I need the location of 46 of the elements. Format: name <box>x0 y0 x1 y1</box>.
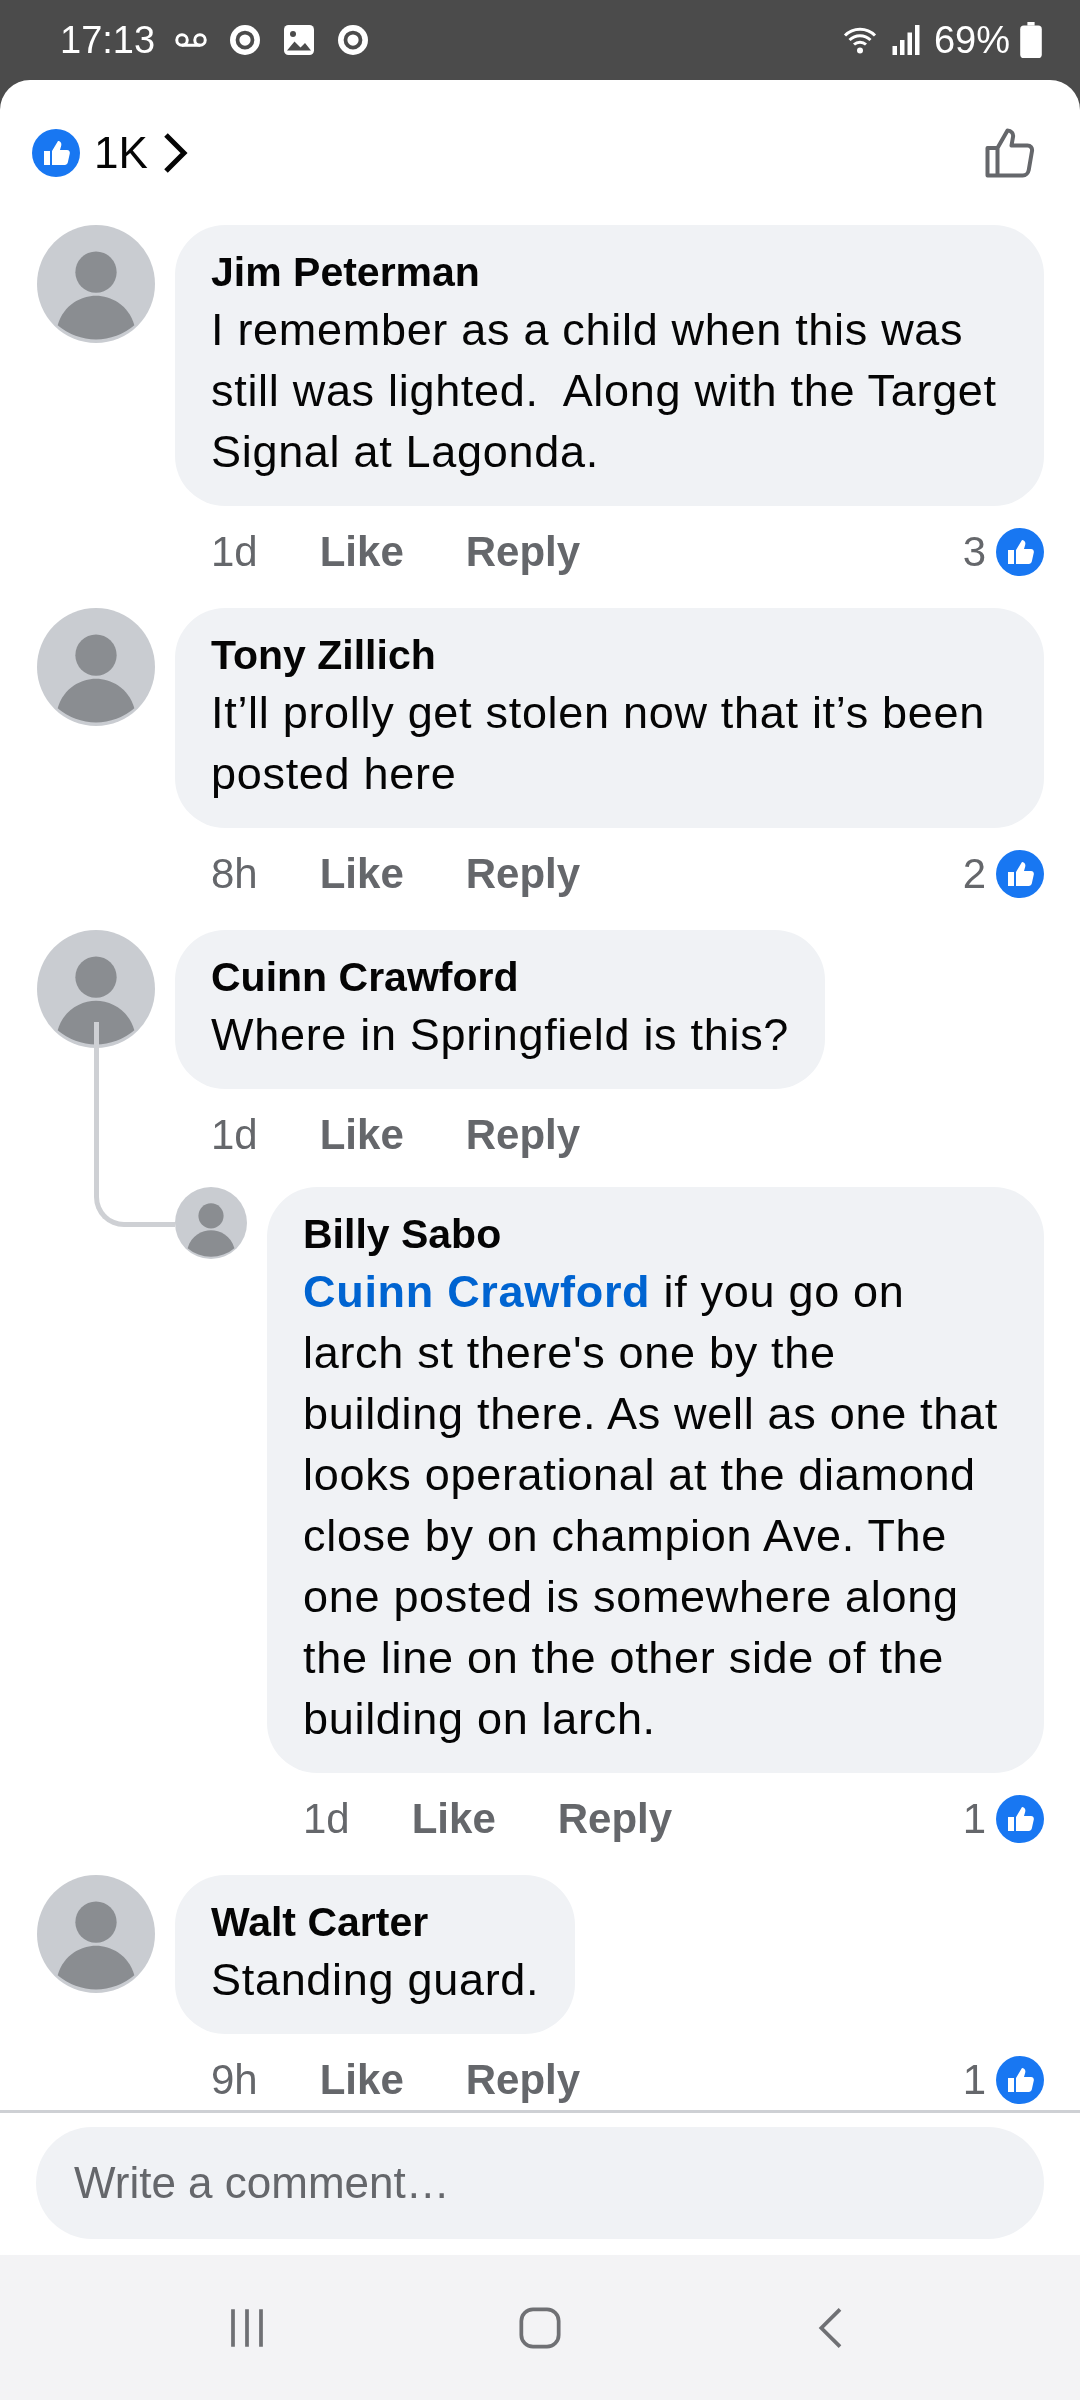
comment-text: Where in Springfield is this? <box>211 1008 790 1062</box>
avatar[interactable] <box>37 1875 155 1993</box>
like-count: 1 <box>962 1795 986 1843</box>
author-name[interactable]: Jim Peterman <box>211 245 1008 299</box>
like-button[interactable]: Like <box>319 850 404 898</box>
author-name[interactable]: Cuinn Crawford <box>211 950 790 1004</box>
like-button[interactable]: Like <box>319 528 404 576</box>
like-button[interactable]: Like <box>319 2056 404 2104</box>
avatar[interactable] <box>37 225 155 343</box>
like-count: 3 <box>962 528 986 576</box>
chevron-icon <box>161 130 188 175</box>
timestamp: 9h <box>211 2056 258 2104</box>
comment-text: Cuinn Crawford if you go on larch st there's one by the building there. As well as one that looks operational at the diamond close by on champion Ave. The one posted is somewhere along the line on the other side of the building on larch. <box>303 1265 999 1746</box>
mention-link[interactable]: Cuinn Crawford <box>303 1266 651 1317</box>
like-count: 2 <box>962 850 986 898</box>
battery-icon <box>1020 22 1042 58</box>
timestamp: 1d <box>303 1795 350 1843</box>
like-icon <box>996 1795 1044 1843</box>
timestamp: 1d <box>211 528 258 576</box>
reply-button[interactable]: Reply <box>465 2056 581 2104</box>
comment-text: I remember as a child when this was still was lighted. Along with the Target Signal at Lagonda. <box>211 303 998 479</box>
like-icon <box>996 2056 1044 2104</box>
like-button[interactable]: Like <box>319 1111 404 1159</box>
comment-text: It’ll prolly get stolen now that it’s been posted here <box>211 686 986 801</box>
reactions-button[interactable]: 1K <box>32 127 188 178</box>
timestamp: 8h <box>211 850 258 898</box>
like-count: 1 <box>962 2056 986 2104</box>
author-name[interactable]: Tony Zillich <box>211 628 1008 682</box>
reply-button[interactable]: Reply <box>465 1111 581 1159</box>
reply-button[interactable]: Reply <box>465 528 581 576</box>
avatar[interactable] <box>175 1187 247 1259</box>
like-icon <box>996 850 1044 898</box>
author-name[interactable]: Billy Sabo <box>303 1207 1008 1261</box>
like-button[interactable]: Like <box>411 1795 496 1843</box>
comment-text: Standing guard. <box>211 1953 540 2007</box>
reply-button[interactable]: Reply <box>557 1795 673 1843</box>
like-icon <box>32 128 80 177</box>
clock: 17:13 <box>60 18 156 62</box>
author-name[interactable]: Walt Carter <box>211 1895 540 1949</box>
avatar[interactable] <box>37 930 155 1048</box>
reply-button[interactable]: Reply <box>465 850 581 898</box>
like-icon <box>996 528 1044 576</box>
battery-percent: 69% <box>933 18 1010 62</box>
avatar[interactable] <box>37 608 155 726</box>
comment-field[interactable]: Write a comment… <box>36 2127 1044 2239</box>
timestamp: 1d <box>211 1111 258 1159</box>
